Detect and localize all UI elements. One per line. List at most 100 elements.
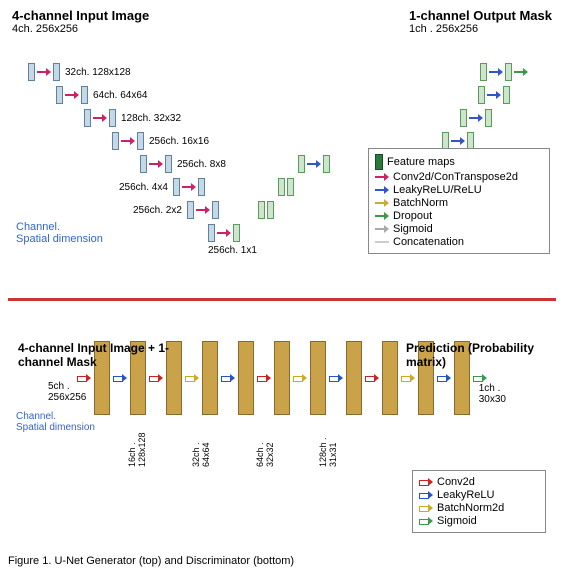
figure-caption: Figure 1. U-Net Generator (top) and Disc… bbox=[8, 555, 556, 567]
enc-block bbox=[81, 86, 88, 104]
legend-label: Feature maps bbox=[387, 156, 455, 168]
enc-block bbox=[165, 155, 172, 173]
sigmoid-arrow-icon bbox=[473, 374, 487, 382]
level-label: 64ch. 64x64 bbox=[93, 90, 148, 101]
bn-arrow-icon bbox=[293, 374, 307, 382]
bn-arrow-icon bbox=[401, 374, 415, 382]
conv-arrow-icon bbox=[93, 114, 107, 122]
axis-channel-label: Channel. bbox=[16, 411, 95, 422]
level-label: 256ch. 8x8 bbox=[177, 159, 226, 170]
legend-label: LeakyReLU bbox=[437, 489, 494, 501]
legend-label: Sigmoid bbox=[393, 223, 433, 235]
conv-arrow-icon bbox=[37, 68, 51, 76]
enc-block bbox=[208, 224, 215, 242]
layer-label: 16ch . 128x128 bbox=[128, 417, 148, 467]
relu-arrow-icon bbox=[329, 374, 343, 382]
disc-output-ch: 1ch . bbox=[479, 383, 506, 394]
disc-block bbox=[238, 341, 254, 415]
enc-block bbox=[84, 109, 91, 127]
dec-block bbox=[480, 63, 487, 81]
layer-label: 128ch . 31x31 bbox=[319, 417, 339, 467]
legend-label: Dropout bbox=[393, 210, 432, 222]
relu-arrow-icon bbox=[113, 374, 127, 382]
bn-arrow-icon bbox=[419, 504, 433, 512]
sigmoid-arrow-icon bbox=[419, 517, 433, 525]
enc-block bbox=[212, 201, 219, 219]
dec-block bbox=[278, 178, 285, 196]
conv-arrow-icon bbox=[65, 91, 79, 99]
disc-block bbox=[310, 341, 326, 415]
disc-block bbox=[382, 341, 398, 415]
input-title: 4-channel Input Image bbox=[12, 8, 149, 23]
conv-arrow-icon bbox=[419, 478, 433, 486]
disc-input-sp: 256x256 bbox=[48, 392, 86, 403]
concat-line-icon bbox=[375, 241, 389, 243]
output-dims: 1ch . 256x256 bbox=[409, 23, 552, 35]
enc-block bbox=[53, 63, 60, 81]
disc-output-title: Prediction (Probability matrix) bbox=[406, 341, 546, 369]
discriminator-diagram: 4-channel Input Image + 1-channel Mask P… bbox=[8, 341, 556, 551]
enc-block bbox=[198, 178, 205, 196]
enc-block bbox=[173, 178, 180, 196]
layer-label: 64ch . 32x32 bbox=[256, 417, 276, 467]
enc-block bbox=[112, 132, 119, 150]
conv-arrow-icon bbox=[182, 183, 196, 191]
disc-block bbox=[202, 341, 218, 415]
level-label: 256ch. 2x2 bbox=[133, 205, 182, 216]
relu-arrow-icon bbox=[221, 374, 235, 382]
relu-arrow-icon bbox=[487, 91, 501, 99]
dec-block bbox=[258, 201, 265, 219]
relu-arrow-icon bbox=[307, 160, 321, 168]
conv-arrow-icon bbox=[375, 173, 389, 181]
relu-arrow-icon bbox=[489, 68, 503, 76]
enc-block bbox=[56, 86, 63, 104]
dec-block bbox=[233, 224, 240, 242]
dec-block bbox=[323, 155, 330, 173]
input-dims: 4ch. 256x256 bbox=[12, 23, 149, 35]
legend-label: Conv2d/ConTranspose2d bbox=[393, 171, 518, 183]
conv-arrow-icon bbox=[149, 374, 163, 382]
level-label: 256ch. 16x16 bbox=[149, 136, 209, 147]
conv-arrow-icon bbox=[257, 374, 271, 382]
batchnorm-arrow-icon bbox=[375, 199, 389, 207]
legend-label: Concatenation bbox=[393, 236, 464, 248]
legend-label: LeakyReLU/ReLU bbox=[393, 184, 482, 196]
disc-block bbox=[274, 341, 290, 415]
legend-label: BatchNorm bbox=[393, 197, 448, 209]
level-label: 256ch. 1x1 bbox=[208, 245, 257, 256]
axis-spatial-label: Spatial dimension bbox=[16, 422, 95, 433]
conv-arrow-icon bbox=[196, 206, 210, 214]
level-label: 256ch. 4x4 bbox=[119, 182, 168, 193]
disc-output-sp: 30x30 bbox=[479, 394, 506, 405]
enc-block bbox=[109, 109, 116, 127]
dec-block bbox=[460, 109, 467, 127]
disc-block bbox=[346, 341, 362, 415]
feature-map-icon bbox=[375, 154, 383, 170]
sigmoid-arrow-icon bbox=[514, 68, 528, 76]
dec-block bbox=[505, 63, 512, 81]
dec-block bbox=[298, 155, 305, 173]
conv-arrow-icon bbox=[149, 160, 163, 168]
disc-input-title: 4-channel Input Image + 1-channel Mask bbox=[18, 341, 188, 369]
level-label: 128ch. 32x32 bbox=[121, 113, 181, 124]
conv-arrow-icon bbox=[77, 374, 91, 382]
conv-arrow-icon bbox=[121, 137, 135, 145]
dec-block bbox=[485, 109, 492, 127]
discriminator-legend: Conv2d LeakyReLU BatchNorm2d Sigmoid bbox=[412, 470, 546, 533]
legend-label: Conv2d bbox=[437, 476, 475, 488]
enc-block bbox=[187, 201, 194, 219]
dec-block bbox=[267, 201, 274, 219]
axis-spatial-label: Spatial dimension bbox=[16, 233, 103, 245]
enc-block bbox=[137, 132, 144, 150]
disc-input-ch: 5ch . bbox=[48, 381, 86, 392]
layer-label: 32ch . 64x64 bbox=[192, 417, 212, 467]
level-label: 32ch. 128x128 bbox=[65, 67, 131, 78]
conv-arrow-icon bbox=[365, 374, 379, 382]
relu-arrow-icon bbox=[419, 491, 433, 499]
legend-label: Sigmoid bbox=[437, 515, 477, 527]
relu-arrow-icon bbox=[375, 186, 389, 194]
legend-label: BatchNorm2d bbox=[437, 502, 504, 514]
enc-block bbox=[140, 155, 147, 173]
relu-arrow-icon bbox=[437, 374, 451, 382]
dec-block bbox=[503, 86, 510, 104]
